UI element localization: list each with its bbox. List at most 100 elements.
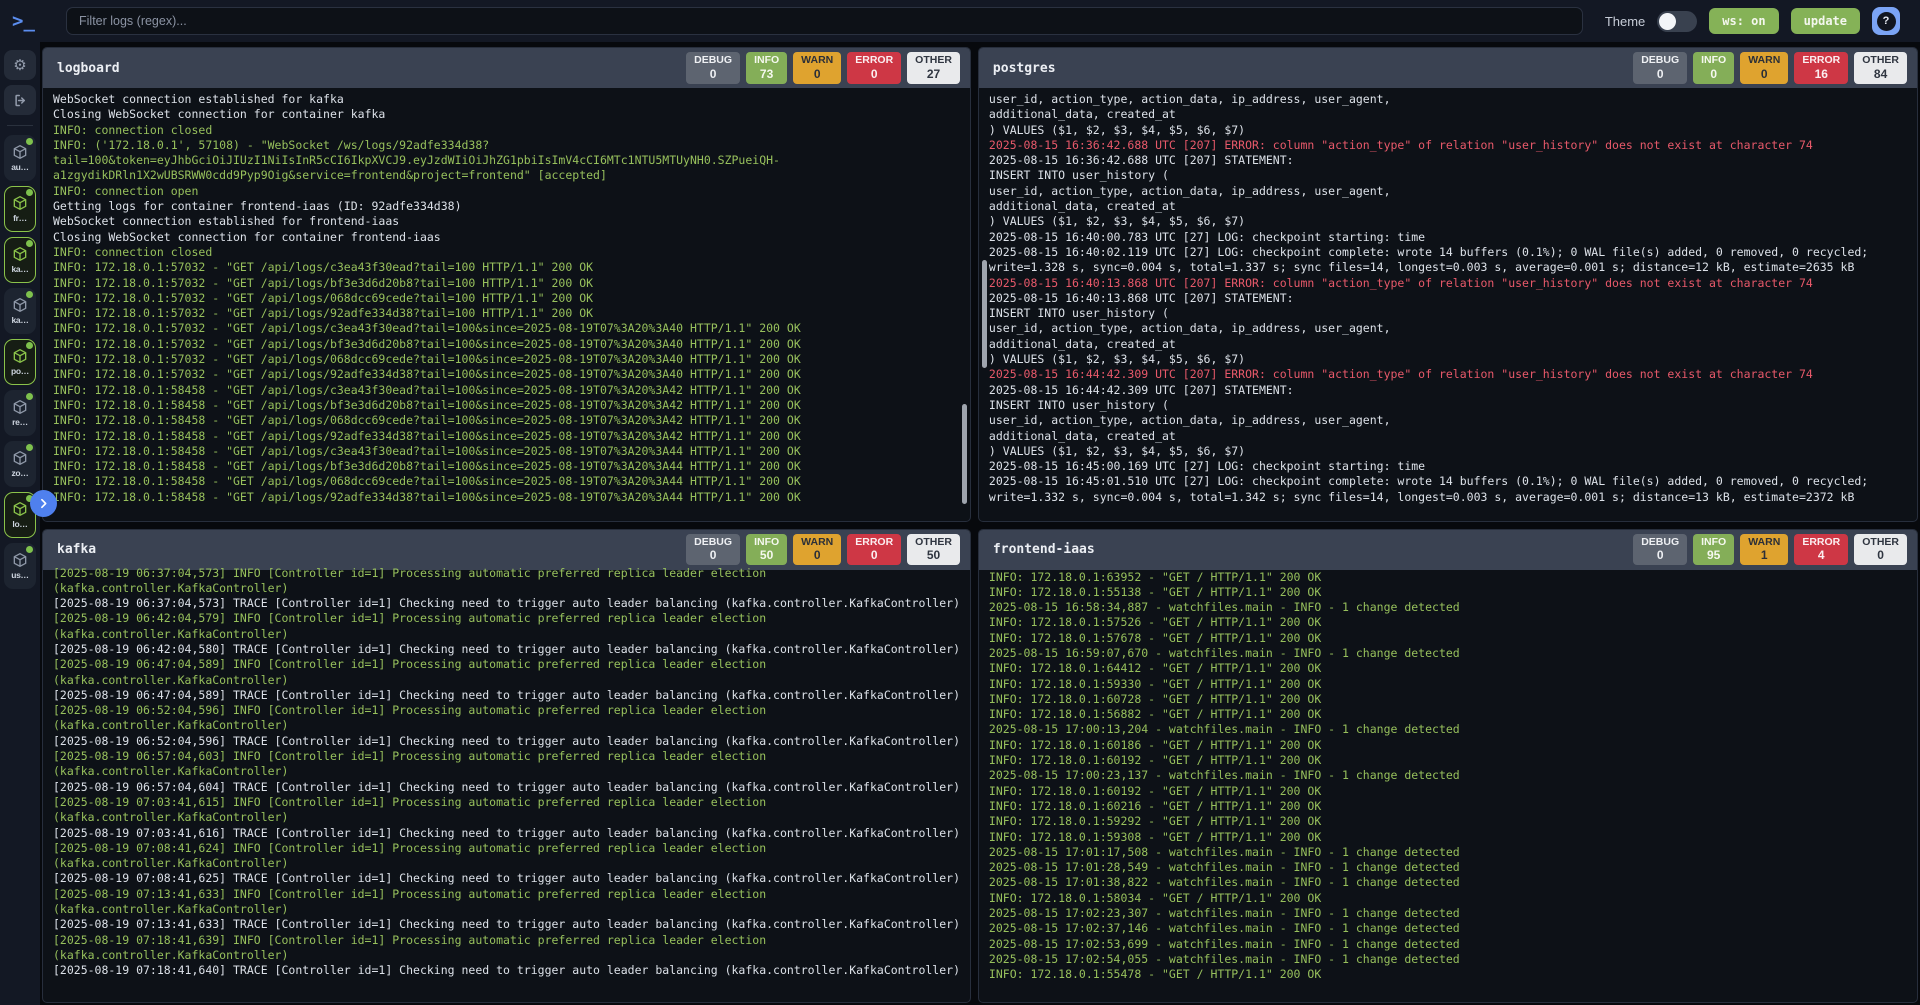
log-line: 2025-08-15 17:02:54,055 - watchfiles.mai… bbox=[989, 952, 1917, 967]
log-output-kafka[interactable]: [2025-08-19 06:37:04,573] INFO [Controll… bbox=[43, 562, 970, 1003]
log-line: INFO: 172.18.0.1:57032 - "GET /api/logs/… bbox=[53, 306, 970, 321]
container-cube-icon bbox=[12, 348, 28, 364]
log-line: 2025-08-15 16:45:01.510 UTC [27] LOG: ch… bbox=[989, 474, 1917, 489]
log-line: [2025-08-19 07:08:41,625] TRACE [Control… bbox=[53, 871, 970, 886]
badge-count: 0 bbox=[1748, 67, 1780, 81]
log-line: Closing WebSocket connection for contain… bbox=[53, 230, 970, 245]
sidebar-container-po[interactable]: po… bbox=[4, 339, 36, 385]
panel-title: kafka bbox=[57, 542, 96, 557]
log-line: [2025-08-19 06:52:04,596] INFO [Controll… bbox=[53, 703, 970, 718]
log-line: INFO: 172.18.0.1:59292 - "GET / HTTP/1.1… bbox=[989, 814, 1917, 829]
log-line: 2025-08-15 17:01:38,822 - watchfiles.mai… bbox=[989, 875, 1917, 890]
logout-button[interactable] bbox=[4, 85, 36, 115]
log-line: [2025-08-19 07:18:41,639] INFO [Controll… bbox=[53, 933, 970, 948]
container-cube-icon bbox=[12, 246, 28, 262]
log-line: INFO: 172.18.0.1:57526 - "GET / HTTP/1.1… bbox=[989, 615, 1917, 630]
badge-info[interactable]: INFO73 bbox=[746, 52, 787, 84]
scrollbar-thumb[interactable] bbox=[982, 260, 987, 368]
log-line: 2025-08-15 16:36:42.688 UTC [207] STATEM… bbox=[989, 153, 1917, 168]
log-line: WebSocket connection established for fro… bbox=[53, 214, 970, 229]
log-line: Closing WebSocket connection for contain… bbox=[53, 107, 970, 122]
log-line: INFO: connection closed bbox=[53, 245, 970, 260]
log-line: INFO: 172.18.0.1:57032 - "GET /api/logs/… bbox=[53, 260, 970, 275]
panel-header-frontend-iaas: frontend-iaasDEBUG0INFO95WARN1ERROR4OTHE… bbox=[979, 530, 1917, 570]
badge-debug[interactable]: DEBUG0 bbox=[1633, 534, 1687, 566]
badge-other[interactable]: OTHER0 bbox=[1854, 534, 1907, 566]
main-area: ⚙ au…fr…ka…ka…po…re…zo…lo…us… logboardDE… bbox=[0, 42, 1920, 1005]
badge-group: DEBUG0INFO95WARN1ERROR4OTHER0 bbox=[1633, 534, 1907, 566]
badge-warn[interactable]: WARN0 bbox=[793, 52, 841, 84]
sidebar-container-re[interactable]: re… bbox=[4, 390, 36, 436]
badge-label: WARN bbox=[1748, 536, 1780, 549]
badge-other[interactable]: OTHER84 bbox=[1854, 52, 1907, 84]
sidebar-container-au[interactable]: au… bbox=[4, 135, 36, 181]
log-line: [2025-08-19 06:47:04,589] INFO [Controll… bbox=[53, 657, 970, 672]
log-line: 2025-08-15 16:40:13.868 UTC [207] ERROR:… bbox=[989, 276, 1917, 291]
log-line: INSERT INTO user_history ( bbox=[989, 168, 1917, 183]
badge-label: INFO bbox=[1701, 54, 1726, 67]
terminal-logo-icon[interactable]: >_ bbox=[12, 10, 52, 32]
sidebar-container-zo[interactable]: zo… bbox=[4, 441, 36, 487]
badge-warn[interactable]: WARN1 bbox=[1740, 534, 1788, 566]
settings-button[interactable]: ⚙ bbox=[4, 50, 36, 80]
badge-debug[interactable]: DEBUG0 bbox=[1633, 52, 1687, 84]
badge-error[interactable]: ERROR0 bbox=[847, 52, 901, 84]
log-line: additional_data, created_at bbox=[989, 107, 1917, 122]
badge-label: WARN bbox=[1748, 54, 1780, 67]
sidebar-container-fr[interactable]: fr… bbox=[4, 186, 36, 232]
log-output-postgres[interactable]: user_id, action_type, action_data, ip_ad… bbox=[979, 88, 1917, 521]
log-line: INFO: 172.18.0.1:63952 - "GET / HTTP/1.1… bbox=[989, 570, 1917, 585]
help-button[interactable]: ? bbox=[1872, 7, 1900, 35]
log-line: [2025-08-19 06:42:04,579] INFO [Controll… bbox=[53, 611, 970, 626]
theme-toggle[interactable] bbox=[1657, 11, 1697, 32]
log-line: INSERT INTO user_history ( bbox=[989, 306, 1917, 321]
badge-debug[interactable]: DEBUG0 bbox=[686, 52, 740, 84]
log-line: INFO: 172.18.0.1:60192 - "GET / HTTP/1.1… bbox=[989, 753, 1917, 768]
badge-warn[interactable]: WARN0 bbox=[1740, 52, 1788, 84]
log-line: 2025-08-15 17:01:28,549 - watchfiles.mai… bbox=[989, 860, 1917, 875]
log-output-logboard[interactable]: WebSocket connection established for kaf… bbox=[43, 88, 970, 521]
badge-info[interactable]: INFO95 bbox=[1693, 534, 1734, 566]
log-line: INFO: 172.18.0.1:57032 - "GET /api/logs/… bbox=[53, 321, 970, 336]
sidebar-container-us[interactable]: us… bbox=[4, 543, 36, 589]
badge-count: 95 bbox=[1701, 548, 1726, 562]
badge-count: 50 bbox=[915, 548, 952, 562]
container-label: au… bbox=[11, 162, 29, 172]
log-line: INFO: 172.18.0.1:59308 - "GET / HTTP/1.1… bbox=[989, 830, 1917, 845]
theme-label: Theme bbox=[1605, 14, 1645, 29]
badge-info[interactable]: INFO0 bbox=[1693, 52, 1734, 84]
scrollbar-thumb[interactable] bbox=[962, 404, 967, 504]
update-button[interactable]: update bbox=[1791, 8, 1860, 34]
badge-other[interactable]: OTHER27 bbox=[907, 52, 960, 84]
log-line: INFO: 172.18.0.1:57032 - "GET /api/logs/… bbox=[53, 276, 970, 291]
log-line: [2025-08-19 07:03:41,615] INFO [Controll… bbox=[53, 795, 970, 810]
log-line: [2025-08-19 06:37:04,573] TRACE [Control… bbox=[53, 596, 970, 611]
theme-toggle-knob bbox=[1659, 13, 1676, 30]
log-line: 2025-08-15 17:01:17,508 - watchfiles.mai… bbox=[989, 845, 1917, 860]
topbar: >_ Theme ws: on update ? bbox=[0, 0, 1920, 42]
log-line: write=1.332 s, sync=0.004 s, total=1.342… bbox=[989, 490, 1917, 505]
log-line: INFO: 172.18.0.1:64412 - "GET / HTTP/1.1… bbox=[989, 661, 1917, 676]
badge-label: OTHER bbox=[1862, 54, 1899, 67]
log-line: 2025-08-15 17:00:13,204 - watchfiles.mai… bbox=[989, 722, 1917, 737]
topbar-right-cluster: Theme ws: on update ? bbox=[1605, 7, 1900, 35]
question-icon: ? bbox=[1877, 12, 1896, 31]
filter-input[interactable] bbox=[66, 7, 1583, 35]
sidebar-expand-button[interactable] bbox=[30, 490, 57, 517]
badge-error[interactable]: ERROR16 bbox=[1794, 52, 1848, 84]
log-line: user_id, action_type, action_data, ip_ad… bbox=[989, 321, 1917, 336]
log-output-frontend-iaas[interactable]: INFO: 172.18.0.1:63952 - "GET / HTTP/1.1… bbox=[979, 566, 1917, 1003]
badge-error[interactable]: ERROR4 bbox=[1794, 534, 1848, 566]
ws-status-button[interactable]: ws: on bbox=[1709, 8, 1778, 34]
log-line: INFO: ('172.18.0.1', 57108) - "WebSocket… bbox=[53, 138, 970, 153]
badge-label: ERROR bbox=[855, 54, 893, 67]
status-dot bbox=[26, 393, 33, 400]
log-line: 2025-08-15 16:58:34,887 - watchfiles.mai… bbox=[989, 600, 1917, 615]
sidebar-container-ka[interactable]: ka… bbox=[4, 237, 36, 283]
log-line: user_id, action_type, action_data, ip_ad… bbox=[989, 184, 1917, 199]
log-line: [2025-08-19 06:47:04,589] TRACE [Control… bbox=[53, 688, 970, 703]
log-line: tail=100&token=eyJhbGciOiJIUzI1NiIsInR5c… bbox=[53, 153, 970, 168]
sidebar-container-ka[interactable]: ka… bbox=[4, 288, 36, 334]
log-line: INFO: 172.18.0.1:58458 - "GET /api/logs/… bbox=[53, 474, 970, 489]
log-line: ) VALUES ($1, $2, $3, $4, $5, $6, $7) bbox=[989, 444, 1917, 459]
